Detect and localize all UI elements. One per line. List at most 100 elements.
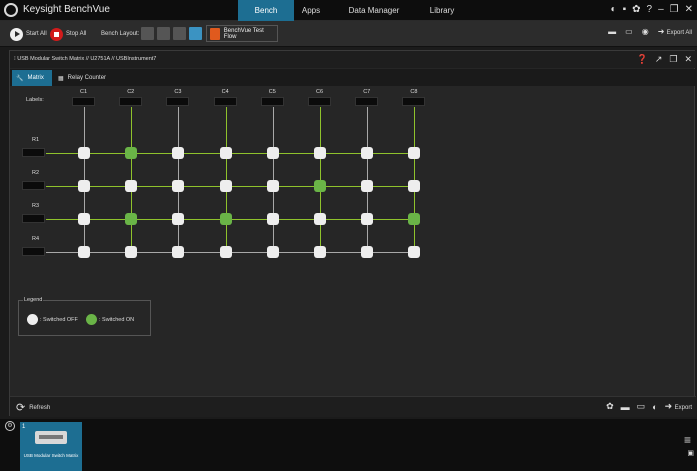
close-icon[interactable]: ✕ bbox=[685, 4, 693, 15]
play-icon bbox=[10, 27, 23, 41]
export-button[interactable]: ➜ Export bbox=[665, 401, 692, 412]
relay-r1-c5[interactable] bbox=[266, 147, 279, 159]
column-label-input-c2[interactable] bbox=[119, 97, 143, 106]
instrument-card[interactable]: 1 USB Modular Switch Matrix bbox=[20, 422, 82, 471]
legend-off-label: : Switched OFF bbox=[40, 316, 78, 323]
row-label-input-r2[interactable] bbox=[22, 181, 45, 190]
tab-bench[interactable]: Bench bbox=[238, 0, 294, 21]
restore-icon[interactable]: ❐ bbox=[670, 4, 679, 15]
column-header-c5: C5 bbox=[268, 89, 276, 95]
relay-r2-c8[interactable] bbox=[408, 180, 421, 192]
column-label-input-c3[interactable] bbox=[166, 97, 190, 106]
layout-rows-button[interactable] bbox=[173, 27, 186, 40]
relay-r2-c7[interactable] bbox=[361, 180, 374, 192]
relay-r1-c1[interactable] bbox=[78, 147, 90, 159]
relay-r4-c1[interactable] bbox=[78, 246, 90, 258]
refresh-button[interactable]: ⟳ Refresh bbox=[16, 401, 50, 414]
relay-r4-c7[interactable] bbox=[361, 246, 374, 258]
relay-r1-c8[interactable] bbox=[408, 147, 421, 159]
notifications-icon[interactable]: ◐ bbox=[611, 4, 617, 15]
test-flow-icon bbox=[210, 27, 220, 40]
tray-settings-icon[interactable]: ⚙ bbox=[5, 421, 15, 431]
relay-r2-c1[interactable] bbox=[78, 180, 90, 192]
tab-data-manager[interactable]: Data Manager bbox=[344, 0, 404, 21]
relay-r3-c6[interactable] bbox=[314, 213, 326, 225]
folder-icon[interactable]: ▭ bbox=[625, 27, 633, 36]
column-label-input-c8[interactable] bbox=[402, 97, 426, 106]
close-icon[interactable]: ✕ bbox=[684, 54, 692, 65]
relay-r3-c2[interactable] bbox=[125, 213, 138, 225]
top-menu-bar: Keysight BenchVue Bench Apps Data Manage… bbox=[0, 0, 697, 21]
relay-r3-c4[interactable] bbox=[219, 213, 232, 225]
relay-r2-c2[interactable] bbox=[125, 180, 138, 192]
column-header-c8: C8 bbox=[410, 89, 418, 95]
info-icon[interactable]: ◉ bbox=[642, 27, 649, 36]
relay-r3-c8[interactable] bbox=[408, 213, 421, 225]
column-header-c6: C6 bbox=[316, 89, 324, 95]
relay-r3-c5[interactable] bbox=[266, 213, 279, 225]
column-header-c1: C1 bbox=[80, 89, 88, 95]
relay-r4-c2[interactable] bbox=[125, 246, 138, 258]
test-flow-button[interactable]: BenchVue Test Flow bbox=[206, 25, 278, 42]
legend-on: : Switched ON bbox=[86, 314, 134, 325]
minimize-icon[interactable]: – bbox=[658, 4, 664, 15]
instrument-list-icon[interactable]: ▣ bbox=[687, 449, 694, 457]
tab-matrix[interactable]: 🔧 Matrix bbox=[12, 70, 52, 86]
gear-icon[interactable]: ✿ bbox=[632, 4, 640, 15]
settings-icon[interactable]: ✿ bbox=[606, 401, 614, 412]
help-icon[interactable]: ❓ bbox=[637, 54, 648, 65]
layout-single-button[interactable] bbox=[141, 27, 154, 40]
hamburger-menu-icon[interactable]: ≡ bbox=[684, 433, 691, 447]
relay-r3-c7[interactable] bbox=[361, 213, 374, 225]
restore-icon[interactable]: ❐ bbox=[669, 54, 677, 65]
start-all-button[interactable]: Start All bbox=[10, 26, 47, 42]
column-label-input-c7[interactable] bbox=[355, 97, 379, 106]
row-label-input-r3[interactable] bbox=[22, 214, 45, 223]
column-header-c7: C7 bbox=[363, 89, 371, 95]
column-label-input-c6[interactable] bbox=[308, 97, 331, 106]
export-all-label: Export All bbox=[666, 30, 692, 36]
relay-r3-c3[interactable] bbox=[172, 213, 185, 225]
layout-full-button[interactable] bbox=[189, 27, 202, 40]
popout-icon[interactable]: ↗ bbox=[655, 54, 663, 65]
panel-collapse-icon[interactable]: ⁝ bbox=[14, 56, 16, 62]
tab-library[interactable]: Library bbox=[422, 0, 462, 21]
relay-r1-c3[interactable] bbox=[172, 147, 185, 159]
relay-r2-c6[interactable] bbox=[314, 180, 326, 192]
chat-icon[interactable]: ▪ bbox=[623, 4, 627, 15]
card-number: 1 bbox=[22, 424, 26, 430]
notifications-icon[interactable]: ◐ bbox=[652, 402, 657, 412]
relay-r4-c6[interactable] bbox=[314, 246, 326, 258]
relay-r1-c6[interactable] bbox=[314, 147, 326, 159]
layout-columns-button[interactable] bbox=[157, 27, 170, 40]
start-all-label: Start All bbox=[26, 31, 47, 37]
relay-r1-c7[interactable] bbox=[361, 147, 374, 159]
relay-r1-c2[interactable] bbox=[125, 147, 138, 159]
export-all-button[interactable]: ➜ Export All bbox=[658, 27, 692, 36]
row-label-input-r4[interactable] bbox=[22, 247, 45, 256]
relay-r2-c4[interactable] bbox=[219, 180, 232, 192]
save-icon[interactable]: ▬ bbox=[621, 402, 630, 412]
column-label-input-c5[interactable] bbox=[260, 97, 284, 106]
save-icon[interactable]: ▬ bbox=[608, 27, 616, 36]
relay-r2-c5[interactable] bbox=[266, 180, 279, 192]
column-label-input-c4[interactable] bbox=[213, 97, 237, 106]
relay-r2-c3[interactable] bbox=[172, 180, 185, 192]
tab-relay-counter[interactable]: ▦ Relay Counter bbox=[54, 70, 114, 86]
relay-r4-c8[interactable] bbox=[408, 246, 421, 258]
relay-r3-c1[interactable] bbox=[78, 213, 90, 225]
stop-all-button[interactable]: Stop All bbox=[50, 26, 86, 42]
instrument-panel: ⁝ USB Modular Switch Matrix // U2751A //… bbox=[9, 50, 696, 417]
relay-r4-c3[interactable] bbox=[172, 246, 185, 258]
tab-relay-counter-label: Relay Counter bbox=[67, 75, 107, 81]
export-label: Export bbox=[674, 405, 692, 411]
help-icon[interactable]: ? bbox=[647, 4, 653, 15]
relay-r4-c4[interactable] bbox=[219, 246, 232, 258]
row-label-input-r1[interactable] bbox=[22, 148, 45, 157]
column-label-input-c1[interactable] bbox=[72, 97, 95, 106]
folder-icon[interactable]: ▭ bbox=[637, 401, 646, 412]
tab-apps[interactable]: Apps bbox=[296, 0, 326, 21]
switched-off-swatch bbox=[27, 314, 38, 325]
relay-r1-c4[interactable] bbox=[219, 147, 232, 159]
relay-r4-c5[interactable] bbox=[266, 246, 279, 258]
